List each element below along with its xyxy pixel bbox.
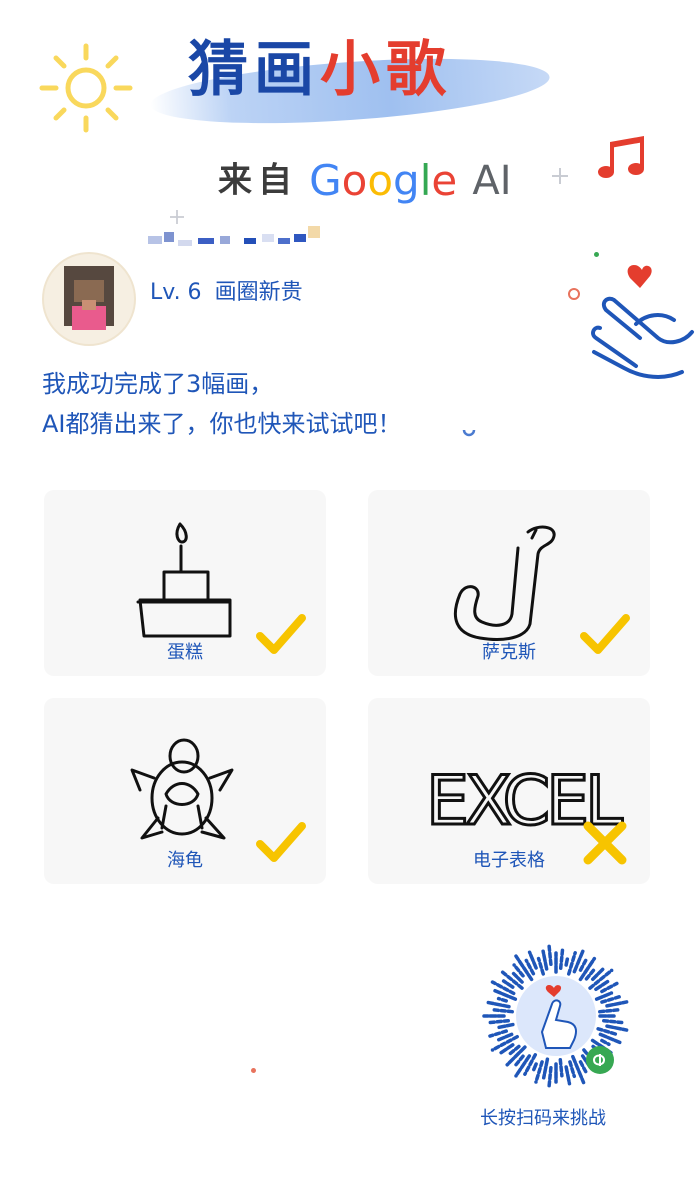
google-letter: o xyxy=(367,155,394,205)
google-letter: g xyxy=(393,155,420,205)
from-label: 来自 xyxy=(218,160,298,201)
sparkle-icon xyxy=(552,168,568,184)
username-pixelated xyxy=(148,226,320,246)
drawing-label: 萨克斯 xyxy=(482,642,536,663)
drawing-label: 电子表格 xyxy=(473,850,545,871)
check-icon xyxy=(256,822,306,862)
mini-program-qr-code[interactable] xyxy=(476,936,636,1096)
drawing-label: 蛋糕 xyxy=(167,642,203,663)
hand-heart-icon xyxy=(591,264,694,379)
app-title: 猜画小歌 xyxy=(188,35,452,105)
drawing-card-turtle[interactable]: 海龟 xyxy=(44,698,326,884)
drawing-card-spreadsheet[interactable]: EXCEL 电子表格 xyxy=(368,698,650,884)
user-avatar xyxy=(42,252,136,346)
google-letter: e xyxy=(431,155,458,205)
powered-by-line: 来自 Google AI xyxy=(218,150,512,210)
google-letter: G xyxy=(309,155,342,205)
ai-label: AI xyxy=(472,157,512,204)
sun-icon xyxy=(39,43,133,133)
user-level: Lv. 6 画圈新贵 xyxy=(150,274,303,306)
google-letter: l xyxy=(419,155,432,205)
message-line-1: 我成功完成了3幅画， xyxy=(42,370,274,398)
message-line-2: AI都猜出来了，你也快来试试吧！ xyxy=(42,410,402,438)
level-rank: 画圈新贵 xyxy=(214,280,303,305)
decor-dot xyxy=(251,1068,256,1073)
sparkle-icon xyxy=(170,210,184,224)
qr-caption: 长按扫码来挑战 xyxy=(480,1108,606,1129)
cross-icon xyxy=(583,821,627,865)
drawing-card-cake[interactable]: 蛋糕 xyxy=(44,490,326,676)
check-icon xyxy=(580,614,630,654)
decor-arc xyxy=(462,429,476,437)
drawing-card-saxophone[interactable]: 萨克斯 xyxy=(368,490,650,676)
google-letter: o xyxy=(341,155,368,205)
check-icon xyxy=(256,614,306,654)
share-message: 我成功完成了3幅画， AI都猜出来了，你也快来试试吧！ xyxy=(42,364,402,444)
level-number: Lv. 6 xyxy=(150,280,202,305)
drawing-label: 海龟 xyxy=(167,850,203,871)
google-logo: Google xyxy=(309,156,457,205)
music-note-icon xyxy=(598,136,644,178)
